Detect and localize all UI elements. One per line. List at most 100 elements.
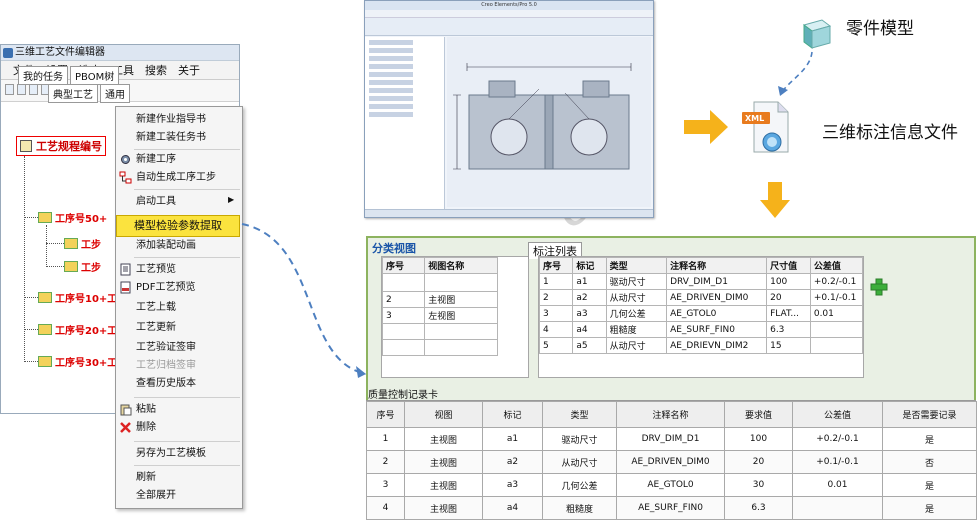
annotation-list-table-box: 序号 标记 类型 注释名称 尺寸值 公差值 1 a1 驱动尺寸 DRV_DIM_D1 1… bbox=[538, 256, 864, 378]
table-cell: AE_DRIVEN_DIM0 bbox=[616, 450, 725, 474]
table-row[interactable]: 4 主视图 a4 粗糙度 AE_SURF_FIN0 6.3 是 bbox=[366, 496, 977, 520]
table-header-row: 序号 视图名称 bbox=[381, 257, 498, 274]
column-header: 序号 bbox=[381, 257, 426, 274]
table-cell[interactable]: 是 bbox=[882, 496, 977, 520]
table-cell: 20 bbox=[766, 289, 811, 306]
table-cell: 6.3 bbox=[766, 321, 811, 338]
column-header: 视图 bbox=[404, 401, 483, 428]
table-cell: 几何公差 bbox=[605, 305, 668, 322]
table-cell: 15 bbox=[766, 337, 811, 354]
table-cell: 主视图 bbox=[404, 473, 483, 497]
table-cell: 3 bbox=[538, 305, 574, 322]
table-header-row: 序号 标记 类型 注释名称 尺寸值 公差值 bbox=[538, 257, 864, 274]
table-cell[interactable]: 是 bbox=[882, 427, 977, 451]
table-cell: 从动尺寸 bbox=[605, 337, 668, 354]
table-row[interactable]: 2 主视图 a2 从动尺寸 AE_DRIVEN_DIM0 20 +0.1/-0.1 否 bbox=[366, 450, 977, 474]
table-cell: AE_SURF_FIN0 bbox=[616, 496, 725, 520]
quality-card-table-box: 序号 视图 标记 类型 注释名称 要求值 公差值 是否需要记录 1 主视图 a1 驱动… bbox=[366, 400, 977, 529]
table-row[interactable]: 3 主视图 a3 几何公差 AE_GTOL0 30 0.01 是 bbox=[366, 473, 977, 497]
quality-card-title: 质量控制记录卡 bbox=[368, 390, 438, 401]
table-cell: FLAT... bbox=[766, 305, 811, 322]
table-cell bbox=[809, 321, 864, 338]
table-cell: a1 bbox=[482, 427, 543, 451]
table-cell: DRV_DIM_D1 bbox=[666, 273, 768, 290]
table-row[interactable]: 1 主视图 a1 驱动尺寸 DRV_DIM_D1 100 +0.2/-0.1 是 bbox=[366, 427, 977, 451]
table-cell: 2 bbox=[366, 450, 405, 474]
column-header: 类型 bbox=[542, 401, 617, 428]
table-cell: 1 bbox=[366, 427, 405, 451]
table-cell: 粗糙度 bbox=[605, 321, 668, 338]
column-header: 尺寸值 bbox=[766, 257, 811, 274]
table-cell: a1 bbox=[572, 273, 607, 290]
table-cell: 3 bbox=[381, 307, 426, 324]
column-header: 序号 bbox=[538, 257, 574, 274]
table-cell: a4 bbox=[572, 321, 607, 338]
table-row[interactable]: 2 a2 从动尺寸 AE_DRIVEN_DIM0 20 +0.1/-0.1 bbox=[538, 289, 864, 306]
table-cell: AE_GTOL0 bbox=[616, 473, 725, 497]
table-cell: a3 bbox=[572, 305, 607, 322]
column-header: 标记 bbox=[482, 401, 543, 428]
table-cell: 主视图 bbox=[404, 427, 483, 451]
table-cell: 0.01 bbox=[792, 473, 883, 497]
table-cell: 主视图 bbox=[404, 496, 483, 520]
column-header: 类型 bbox=[605, 257, 668, 274]
table-cell: AE_SURF_FIN0 bbox=[666, 321, 768, 338]
table-cell: +0.2/-0.1 bbox=[792, 427, 883, 451]
table-row[interactable]: 4 a4 粗糙度 AE_SURF_FIN0 6.3 bbox=[538, 321, 864, 338]
column-header: 要求值 bbox=[724, 401, 793, 428]
class-view-table-box: 序号 视图名称 2 主视图 3 左视图 bbox=[381, 256, 529, 378]
table-cell: +0.1/-0.1 bbox=[809, 289, 864, 306]
table-row[interactable]: 3 a3 几何公差 AE_GTOL0 FLAT... 0.01 bbox=[538, 305, 864, 322]
column-header: 公差值 bbox=[792, 401, 883, 428]
table-cell: 4 bbox=[538, 321, 574, 338]
table-row[interactable]: 2 主视图 bbox=[381, 291, 498, 308]
table-cell: 左视图 bbox=[424, 307, 498, 324]
table-cell: +0.1/-0.1 bbox=[792, 450, 883, 474]
table-cell: 3 bbox=[366, 473, 405, 497]
table-cell: 1 bbox=[538, 273, 574, 290]
table-cell: 主视图 bbox=[424, 291, 498, 308]
table-cell bbox=[809, 337, 864, 354]
table-cell[interactable]: 否 bbox=[882, 450, 977, 474]
table-cell: 2 bbox=[381, 291, 426, 308]
table-row[interactable]: 5 a5 从动尺寸 AE_DRIEVN_DIM2 15 bbox=[538, 337, 864, 354]
column-header: 序号 bbox=[366, 401, 405, 428]
table-cell: a5 bbox=[572, 337, 607, 354]
table-cell[interactable]: 是 bbox=[882, 473, 977, 497]
table-cell: 6.3 bbox=[724, 496, 793, 520]
table-cell: AE_DRIVEN_DIM0 bbox=[666, 289, 768, 306]
table-cell: 100 bbox=[766, 273, 811, 290]
table-cell: a2 bbox=[572, 289, 607, 306]
add-plus-icon[interactable] bbox=[870, 278, 888, 296]
table-cell: +0.2/-0.1 bbox=[809, 273, 864, 290]
table-cell: 从动尺寸 bbox=[605, 289, 668, 306]
table-cell: 驱动尺寸 bbox=[605, 273, 668, 290]
table-cell: a3 bbox=[482, 473, 543, 497]
table-cell: 30 bbox=[724, 473, 793, 497]
table-cell: 0.01 bbox=[809, 305, 864, 322]
table-cell: 100 bbox=[724, 427, 793, 451]
table-row[interactable]: 1 a1 驱动尺寸 DRV_DIM_D1 100 +0.2/-0.1 bbox=[538, 273, 864, 290]
table-cell: 2 bbox=[538, 289, 574, 306]
table-cell: DRV_DIM_D1 bbox=[616, 427, 725, 451]
table-cell: 4 bbox=[366, 496, 405, 520]
table-cell: a2 bbox=[482, 450, 543, 474]
table-cell: 5 bbox=[538, 337, 574, 354]
table-cell: AE_GTOL0 bbox=[666, 305, 768, 322]
column-header: 是否需要记录 bbox=[882, 401, 977, 428]
table-cell: 几何公差 bbox=[542, 473, 617, 497]
column-header: 标记 bbox=[572, 257, 607, 274]
table-cell bbox=[792, 496, 883, 520]
column-header: 注释名称 bbox=[616, 401, 725, 428]
class-view-title: 分类视图 bbox=[372, 242, 416, 255]
table-cell: 20 bbox=[724, 450, 793, 474]
column-header: 注释名称 bbox=[666, 257, 768, 274]
table-cell: a4 bbox=[482, 496, 543, 520]
table-cell: 从动尺寸 bbox=[542, 450, 617, 474]
table-cell: 驱动尺寸 bbox=[542, 427, 617, 451]
column-header: 公差值 bbox=[809, 257, 864, 274]
table-row[interactable]: 3 左视图 bbox=[381, 307, 498, 324]
table-header-row: 序号 视图 标记 类型 注释名称 要求值 公差值 是否需要记录 bbox=[366, 401, 977, 428]
table-cell: AE_DRIEVN_DIM2 bbox=[666, 337, 768, 354]
table-cell: 主视图 bbox=[404, 450, 483, 474]
